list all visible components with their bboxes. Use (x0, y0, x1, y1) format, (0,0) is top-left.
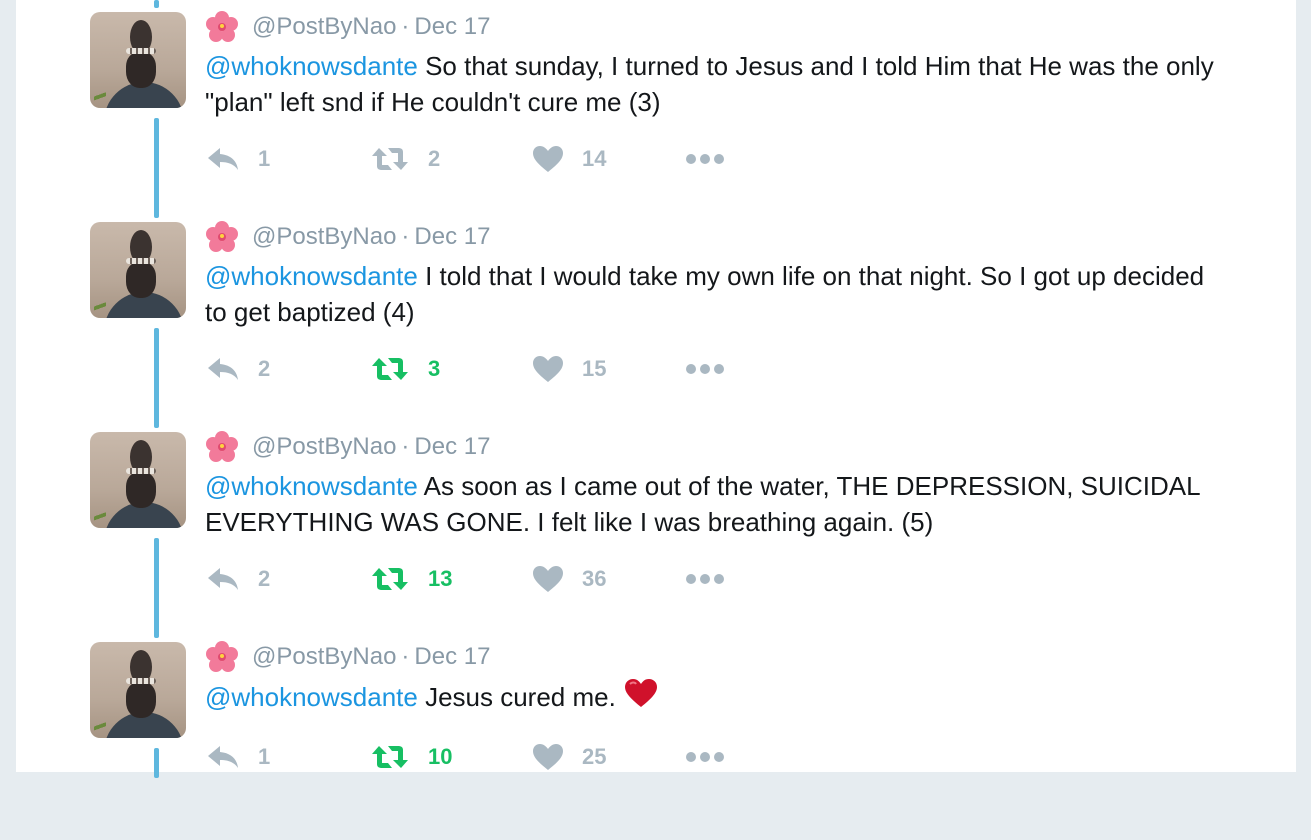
tweet-text: @whoknowsdante I told that I would take … (205, 258, 1215, 330)
heart-icon (532, 145, 564, 173)
like-button[interactable]: 36 (532, 562, 606, 596)
like-count: 36 (582, 566, 607, 591)
reply-count: 2 (258, 356, 271, 381)
tweet-header: @PostByNao · Dec 17 (206, 640, 490, 674)
tweet-header: @PostByNao · Dec 17 (206, 220, 490, 254)
like-count: 15 (582, 356, 607, 381)
mention-link[interactable]: @whoknowsdante (205, 471, 418, 501)
more-button[interactable] (686, 740, 724, 774)
hibiscus-icon (206, 11, 238, 43)
reply-button[interactable]: 2 (206, 562, 270, 596)
mention-link[interactable]: @whoknowsdante (205, 682, 418, 712)
reply-icon (206, 566, 240, 592)
hibiscus-icon (206, 431, 238, 463)
tweet-text: @whoknowsdante Jesus cured me. (205, 678, 1215, 715)
tweet-actions: 2 3 15 (206, 352, 766, 386)
retweet-button[interactable]: 2 (370, 142, 440, 176)
more-button[interactable] (686, 352, 724, 386)
author-handle[interactable]: @PostByNao (252, 433, 396, 461)
tweet-actions: 1 10 25 (206, 740, 766, 774)
tweet-date[interactable]: Dec 17 (414, 643, 490, 671)
tweet-date[interactable]: Dec 17 (414, 433, 490, 461)
reply-button[interactable]: 1 (206, 740, 270, 774)
retweet-icon (370, 566, 410, 592)
tweet-header: @PostByNao · Dec 17 (206, 10, 490, 44)
heart-icon (532, 355, 564, 383)
like-count: 14 (582, 146, 607, 171)
tweet-date[interactable]: Dec 17 (414, 13, 490, 41)
tweet-actions: 1 2 14 (206, 142, 766, 176)
red-heart-emoji (624, 678, 658, 708)
reply-button[interactable]: 2 (206, 352, 270, 386)
tweet[interactable]: @PostByNao · Dec 17 @whoknowsdante So th… (16, 0, 1296, 210)
like-button[interactable]: 15 (532, 352, 606, 386)
tweet[interactable]: @PostByNao · Dec 17 @whoknowsdante Jesus… (16, 630, 1296, 840)
more-button[interactable] (686, 562, 724, 596)
more-button[interactable] (686, 142, 724, 176)
reply-count: 1 (258, 744, 271, 769)
timeline-panel: @PostByNao · Dec 17 @whoknowsdante So th… (16, 0, 1296, 778)
retweet-button[interactable]: 10 (370, 740, 452, 774)
tweet-text: @whoknowsdante So that sunday, I turned … (205, 48, 1215, 120)
tweet[interactable]: @PostByNao · Dec 17 @whoknowsdante I tol… (16, 210, 1296, 420)
retweet-count: 13 (428, 566, 453, 591)
reply-count: 1 (258, 146, 271, 171)
tweet-header: @PostByNao · Dec 17 (206, 430, 490, 464)
retweet-icon (370, 744, 410, 770)
reply-count: 2 (258, 566, 271, 591)
hibiscus-icon (206, 221, 238, 253)
avatar[interactable] (90, 642, 186, 738)
tweet-text: @whoknowsdante As soon as I came out of … (205, 468, 1215, 540)
tweet[interactable]: @PostByNao · Dec 17 @whoknowsdante As so… (16, 420, 1296, 630)
author-handle[interactable]: @PostByNao (252, 643, 396, 671)
separator: · (401, 643, 410, 670)
retweet-count: 10 (428, 744, 453, 769)
retweet-icon (370, 146, 410, 172)
tweet-body: Jesus cured me. (417, 682, 616, 712)
heart-icon (532, 565, 564, 593)
like-button[interactable]: 14 (532, 142, 606, 176)
retweet-count: 2 (428, 146, 441, 171)
mention-link[interactable]: @whoknowsdante (205, 261, 418, 291)
reply-button[interactable]: 1 (206, 142, 270, 176)
avatar[interactable] (90, 432, 186, 528)
more-icon (686, 363, 724, 375)
like-count: 25 (582, 744, 607, 769)
tweet-date[interactable]: Dec 17 (414, 223, 490, 251)
avatar[interactable] (90, 222, 186, 318)
reply-icon (206, 146, 240, 172)
heart-icon (532, 743, 564, 771)
separator: · (401, 433, 410, 460)
more-icon (686, 751, 724, 763)
retweet-icon (370, 356, 410, 382)
reply-icon (206, 356, 240, 382)
avatar[interactable] (90, 12, 186, 108)
more-icon (686, 153, 724, 165)
separator: · (401, 13, 410, 40)
hibiscus-icon (206, 641, 238, 673)
retweet-button[interactable]: 3 (370, 352, 440, 386)
tweet-actions: 2 13 36 (206, 562, 766, 596)
retweet-button[interactable]: 13 (370, 562, 452, 596)
mention-link[interactable]: @whoknowsdante (205, 51, 418, 81)
author-handle[interactable]: @PostByNao (252, 13, 396, 41)
retweet-count: 3 (428, 356, 441, 381)
more-icon (686, 573, 724, 585)
author-handle[interactable]: @PostByNao (252, 223, 396, 251)
separator: · (401, 223, 410, 250)
like-button[interactable]: 25 (532, 740, 606, 774)
reply-icon (206, 744, 240, 770)
